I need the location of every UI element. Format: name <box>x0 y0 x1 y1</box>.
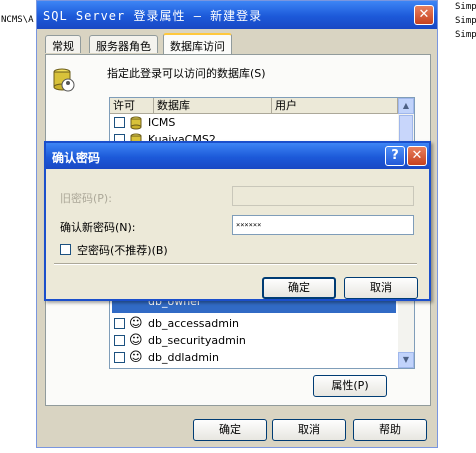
database-name: ICMS <box>148 116 176 129</box>
help-button[interactable]: ? <box>385 146 405 166</box>
column-header-user[interactable]: 用户 <box>272 98 398 114</box>
cancel-button[interactable]: 取消 <box>272 419 346 441</box>
tab-database-access[interactable]: 数据库访问 <box>163 33 232 55</box>
old-password-field <box>233 187 413 205</box>
dialog-title: 确认密码 <box>52 151 101 165</box>
role-name: db_ddladmin <box>148 351 219 364</box>
role-name: db_owner <box>148 301 202 308</box>
permit-checkbox[interactable] <box>114 117 125 128</box>
background-app-line: Simp <box>455 30 476 40</box>
user-role-icon: ☺ <box>129 350 143 365</box>
ok-button[interactable]: 确定 <box>262 277 336 299</box>
user-role-icon: ☺ <box>129 316 143 331</box>
role-row[interactable]: db_owner <box>112 301 396 313</box>
tab-server-roles[interactable]: 服务器角色 <box>89 35 158 53</box>
background-app-text: NCMS\A <box>1 15 34 25</box>
close-icon: ✕ <box>411 148 423 163</box>
ok-button[interactable]: 确定 <box>193 419 267 441</box>
database-icon <box>53 68 75 92</box>
properties-button[interactable]: 属性(P) <box>313 375 387 397</box>
login-titlebar[interactable]: SQL Server 登录属性 — 新建登录 ✕ <box>37 1 437 29</box>
old-password-input <box>232 186 414 206</box>
chevron-up-icon: ▲ <box>402 101 410 110</box>
blank-password-checkbox[interactable] <box>60 244 71 255</box>
tab-general[interactable]: 常规 <box>45 35 81 53</box>
role-checkbox[interactable] <box>114 335 125 346</box>
help-button[interactable]: 帮助 <box>353 419 427 441</box>
blank-password-label[interactable]: 空密码(不推荐)(B) <box>77 242 168 258</box>
role-row[interactable]: ☺ db_ddladmin <box>112 350 396 367</box>
role-row[interactable]: ☺ db_accessadmin <box>112 316 396 333</box>
scroll-down-button[interactable]: ▼ <box>398 352 414 368</box>
background-app-line: Simp <box>455 16 476 26</box>
role-checkbox[interactable] <box>114 318 125 329</box>
user-role-icon: ☺ <box>129 333 143 348</box>
column-header-database[interactable]: 数据库 <box>154 98 272 114</box>
role-checkbox[interactable] <box>114 352 125 363</box>
role-name: db_securityadmin <box>148 334 246 347</box>
dialog-divider <box>54 263 417 265</box>
new-password-field[interactable] <box>233 216 413 234</box>
cancel-button[interactable]: 取消 <box>344 277 418 299</box>
column-header-permit[interactable]: 许可 <box>110 98 154 114</box>
scroll-up-button[interactable]: ▲ <box>398 98 414 114</box>
confirm-password-dialog: 确认密码 ? ✕ 旧密码(P): 确认新密码(N): 空密码(不推荐)(B) 确… <box>44 141 431 301</box>
chevron-down-icon: ▼ <box>402 355 410 364</box>
close-button[interactable]: ✕ <box>414 5 434 25</box>
background-app-line: Simp <box>455 2 476 12</box>
window-title: SQL Server 登录属性 — 新建登录 <box>43 9 263 23</box>
database-access-label: 指定此登录可以访问的数据库(S) <box>107 67 266 80</box>
new-password-input[interactable] <box>232 215 414 235</box>
close-icon: ✕ <box>418 7 430 22</box>
dialog-titlebar[interactable]: 确认密码 ? ✕ <box>46 143 429 169</box>
close-button[interactable]: ✕ <box>407 146 427 166</box>
role-row[interactable]: ☺ db_securityadmin <box>112 333 396 350</box>
database-row[interactable]: ICMS <box>112 115 396 132</box>
role-name: db_accessadmin <box>148 317 239 330</box>
new-password-label: 确认新密码(N): <box>60 221 136 234</box>
old-password-label: 旧密码(P): <box>60 192 112 205</box>
question-icon: ? <box>391 148 399 163</box>
database-icon <box>130 116 142 130</box>
